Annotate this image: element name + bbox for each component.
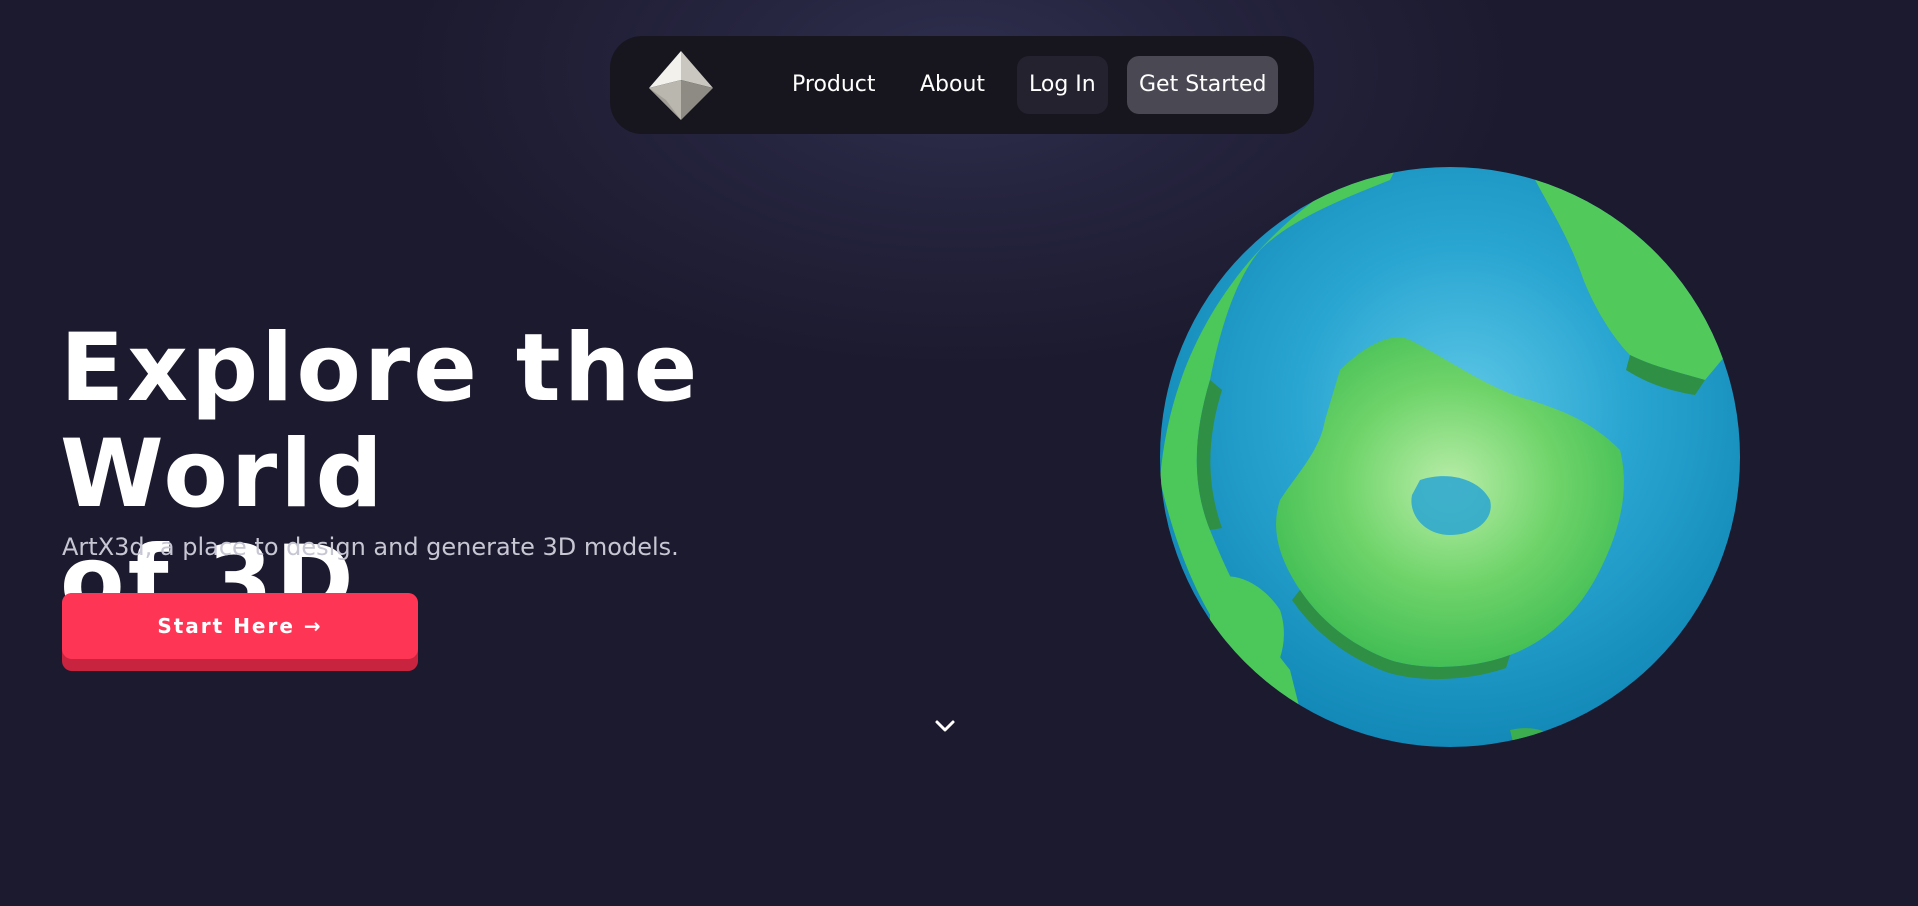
globe-icon: [1150, 150, 1750, 760]
log-in-button[interactable]: Log In: [1017, 56, 1108, 114]
start-here-label: Start Here →: [62, 593, 418, 659]
diamond-icon[interactable]: [644, 48, 718, 122]
chevron-down-icon[interactable]: [931, 712, 959, 740]
nav-link-product[interactable]: Product: [792, 56, 876, 114]
nav-link-about[interactable]: About: [920, 56, 985, 114]
start-here-button[interactable]: Start Here →: [62, 593, 418, 671]
hero-title: Explore the World of 3D: [60, 316, 1020, 634]
hero-subtitle: ArtX3d, a place to design and generate 3…: [62, 533, 679, 561]
get-started-button[interactable]: Get Started: [1127, 56, 1279, 114]
landing-page: Product About Log In Get Started Explore…: [0, 0, 1918, 906]
hero-title-line-1: Explore the World: [60, 314, 701, 529]
top-navigation: Product About Log In Get Started: [610, 36, 1314, 134]
